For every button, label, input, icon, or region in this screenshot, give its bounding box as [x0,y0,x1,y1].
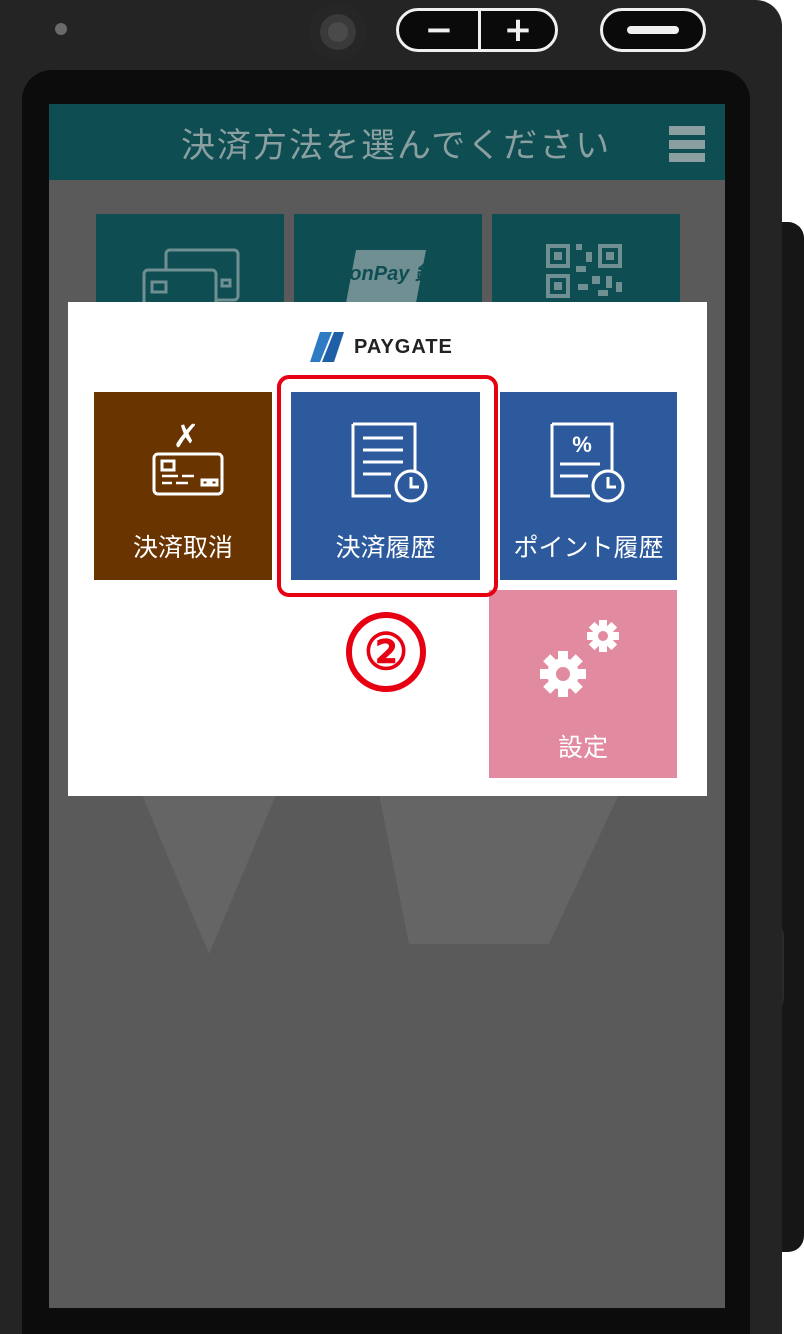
volume-down-button[interactable]: − [396,8,482,52]
settings-button[interactable]: 設定 [489,590,677,778]
background-logo-watermark [129,764,619,954]
app-header: 決済方法を選んでください [49,104,725,180]
volume-up-button[interactable]: + [478,8,558,52]
point-history-button[interactable]: % ポイント履歴 [500,392,677,580]
cancel-payment-button[interactable]: ✗ 決済取消 [94,392,272,580]
front-camera [310,4,366,60]
svg-text:%: % [572,432,592,457]
unionpay-logo-text: UnionPay 銀聯 [317,262,458,285]
brand-name: PAYGATE [354,335,453,358]
svg-text:✗: ✗ [173,417,200,455]
cancel-payment-label: 決済取消 [132,533,233,562]
status-led [55,23,67,35]
page-title: 決済方法を選んでください [181,126,612,166]
settings-label: 設定 [557,733,608,762]
power-button[interactable] [600,8,706,52]
hamburger-icon[interactable] [669,126,705,162]
step-marker: ② [346,612,426,692]
point-history-label: ポイント履歴 [513,533,664,562]
highlight-frame [277,375,498,597]
paygate-logo-icon [310,332,344,362]
paygate-logo: PAYGATE [310,332,453,362]
